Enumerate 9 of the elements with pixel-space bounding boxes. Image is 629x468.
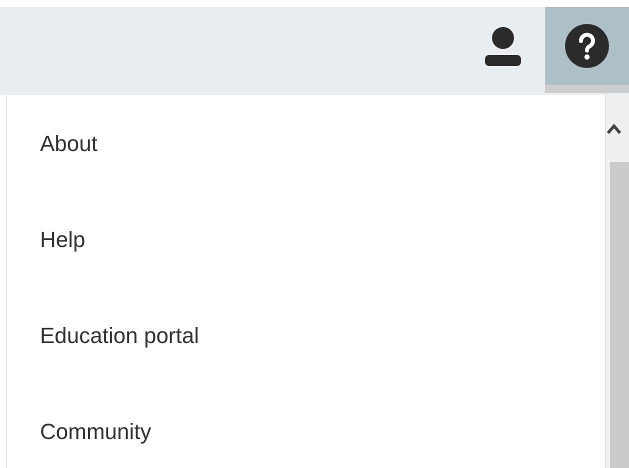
menu-item[interactable]: Education portal [7, 287, 605, 383]
help-icon [565, 24, 609, 68]
menu-item[interactable]: About [7, 95, 605, 191]
menu-item[interactable]: Community [7, 383, 605, 468]
help-button[interactable] [545, 7, 629, 93]
user-icon [484, 26, 522, 66]
scrollbar[interactable] [606, 95, 629, 468]
menu-item[interactable]: Help [7, 191, 605, 287]
scroll-up-icon[interactable] [606, 122, 622, 134]
